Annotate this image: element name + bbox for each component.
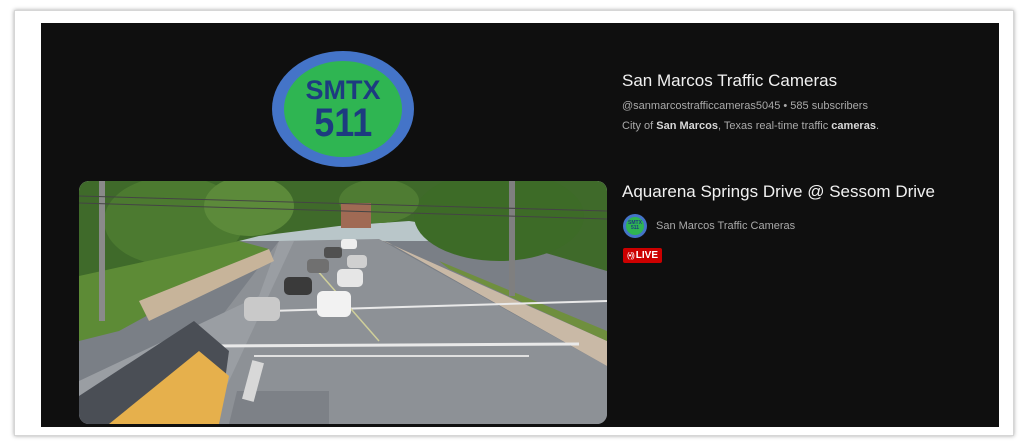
channel-description: City of San Marcos, Texas real-time traf… [622,120,879,132]
live-badge: (•)) LIVE [623,248,663,263]
channel-meta: @sanmarcostrafficcameras5045 • 585 subsc… [622,100,868,112]
video-channel-name[interactable]: San Marcos Traffic Cameras [656,220,795,232]
desc-part: . [875,120,880,132]
live-label: LIVE [635,250,659,261]
channel-logo-badge: SMTX 511 [284,61,402,157]
channel-handle: @sanmarcostrafficcameras5045 [622,100,781,112]
logo-text-511: 511 [313,100,373,145]
broadcast-icon: (•)) [627,251,635,260]
video-title[interactable]: Aquarena Springs Drive @ Sessom Drive [622,182,935,202]
channel-avatar[interactable]: SMTX 511 [623,214,647,238]
desc-part: , Texas real-time traffic [717,120,832,132]
channel-name[interactable]: San Marcos Traffic Cameras [622,71,837,91]
subscriber-count: 585 subscribers [790,100,868,112]
avatar-badge: SMTX 511 [626,217,644,235]
traffic-camera-image [79,181,607,424]
logo-text-smtx: SMTX [305,74,381,105]
channel-logo[interactable]: SMTX 511 [272,51,414,167]
desc-highlight: San Marcos [656,120,718,132]
avatar-text-511: 511 [630,225,640,231]
meta-separator: • [783,100,788,112]
desc-highlight: cameras [831,120,876,132]
desc-part: City of [622,120,657,132]
video-thumbnail[interactable] [79,181,607,424]
